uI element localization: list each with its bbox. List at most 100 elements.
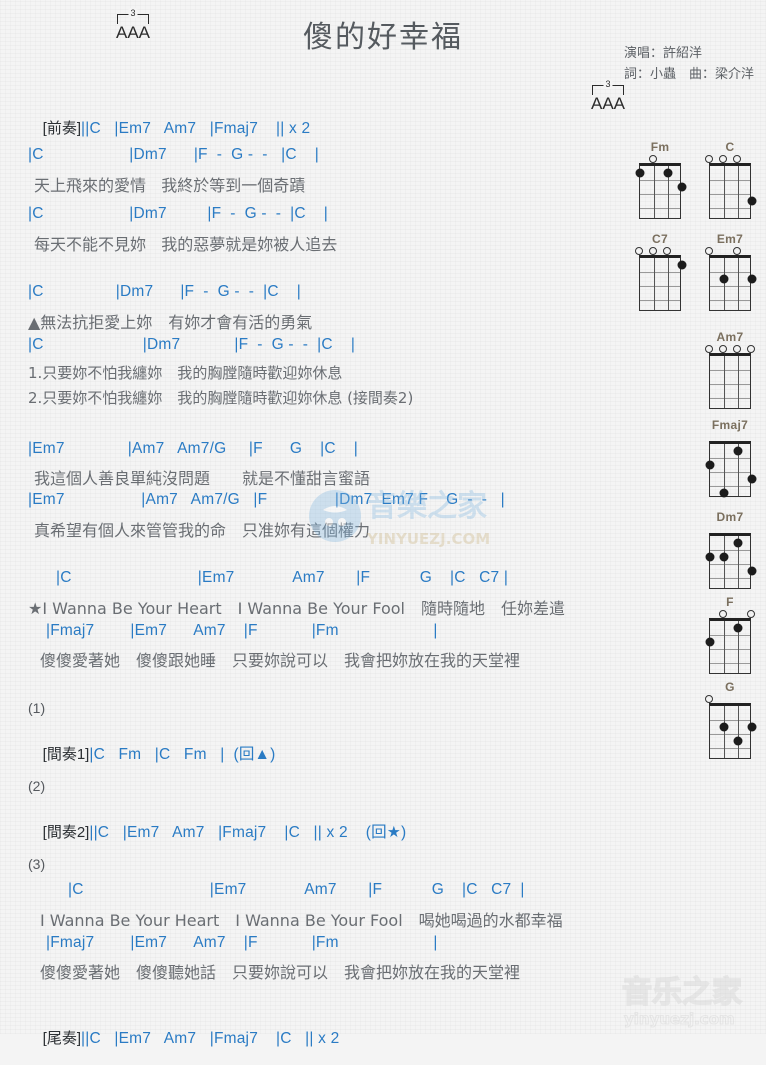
string-line	[738, 356, 740, 408]
string-line	[654, 258, 656, 310]
fret-line	[710, 564, 750, 566]
interlude2-chords: ||C |Em7 Am7 |Fmaj7 |C || x 2 (回★)	[89, 824, 407, 841]
string-line	[738, 258, 740, 310]
finger-dot	[635, 168, 645, 178]
finger-dot	[705, 460, 715, 470]
triplet-number: 3	[603, 79, 613, 89]
chord-diagram-g: G	[700, 680, 760, 759]
chord-diagram-f: F	[700, 595, 760, 674]
fret-line	[710, 272, 750, 274]
finger-dot	[733, 736, 743, 746]
open-string-icon	[747, 345, 755, 353]
finger-dot	[747, 274, 757, 284]
finger-dot	[677, 260, 687, 270]
fretboard	[635, 163, 687, 219]
lyric-line: 天上飛來的愛情 我終於等到一個奇蹟	[34, 176, 306, 195]
fret-line	[710, 720, 750, 722]
lyric-line: ★I Wanna Be Your Heart I Wanna Be Your F…	[28, 599, 565, 618]
string-line	[738, 166, 740, 218]
chord-line: |Fmaj7 |Em7 Am7 |F |Fm |	[46, 934, 438, 951]
fret-line	[710, 748, 750, 750]
section-number: (2)	[28, 778, 46, 794]
fretboard	[709, 353, 751, 409]
open-string-markers	[705, 694, 753, 703]
open-string-icon	[635, 247, 643, 255]
fret-line	[710, 384, 750, 386]
open-string-markers	[637, 154, 683, 163]
lyric-line: 每天不能不見妳 我的惡夢就是妳被人追去	[34, 235, 338, 254]
chord-diagram-c7: C7	[630, 232, 690, 311]
chord-diagram-em7: Em7	[700, 232, 760, 311]
chord-diagram-fm: Fm	[630, 140, 690, 219]
fret-line	[640, 180, 680, 182]
finger-dot	[719, 274, 729, 284]
fret-line	[710, 486, 750, 488]
open-string-icon	[705, 695, 713, 703]
chord-diagram-label: G	[725, 680, 735, 694]
fret-line	[710, 208, 750, 210]
open-string-icon	[663, 247, 671, 255]
open-string-icon	[733, 155, 741, 163]
watermark-bottom-cn: 音乐之家	[622, 975, 742, 1010]
finger-dot	[719, 488, 729, 498]
string-line	[738, 706, 740, 758]
fret-line	[640, 194, 680, 196]
lyric-line: 傻傻愛著她 傻傻聽她話 只要妳說可以 我會把妳放在我的天堂裡	[40, 963, 521, 982]
fretboard	[639, 255, 687, 311]
watermark-center-url: YINYUEZJ.COM	[366, 530, 490, 548]
lyric-line: ▲無法抗拒愛上妳 有妳才會有活的勇氣	[28, 313, 313, 332]
finger-dot	[733, 538, 743, 548]
fret-line	[710, 550, 750, 552]
strum-pattern-right: 3 AAA	[585, 79, 631, 119]
interlude2-line: [間奏2]||C |Em7 Am7 |Fmaj7 |C || x 2 (回★)	[26, 803, 406, 859]
fret-line	[710, 398, 750, 400]
fretboard	[709, 163, 757, 219]
chord-line: |Fmaj7 |Em7 Am7 |F |Fm |	[46, 622, 438, 639]
string-line	[724, 536, 726, 588]
chord-line: |Em7 |Am7 Am7/G |F |Dm7 Em7 F G - - |	[28, 491, 505, 508]
singer-line: 演唱：許紹洋	[623, 45, 702, 60]
interlude1-chords: |C Fm |C Fm | (回▲)	[89, 746, 276, 763]
finger-dot	[705, 637, 715, 647]
fret-line	[710, 635, 750, 637]
interlude1-line: [間奏1]|C Fm |C Fm | (回▲)	[26, 725, 276, 781]
intro-chords: ||C |Em7 Am7 |Fmaj7 || x 2	[81, 120, 311, 137]
fret-line	[710, 663, 750, 665]
chord-line: |C |Dm7 |F - G - - |C |	[28, 146, 320, 163]
lyric-line: 我這個人善良單純沒問題 就是不懂甜言蜜語	[34, 469, 371, 488]
finger-dot	[747, 474, 757, 484]
fret-line	[640, 286, 680, 288]
lyric-line: I Wanna Be Your Heart I Wanna Be Your Fo…	[40, 911, 563, 930]
string-line	[724, 706, 726, 758]
finger-dot	[733, 446, 743, 456]
open-string-icon	[719, 610, 727, 618]
watermark-bottom-url: yinyuezj.com	[624, 1010, 735, 1028]
fret-line	[710, 734, 750, 736]
open-string-markers	[707, 524, 753, 533]
fret-line	[640, 300, 680, 302]
finger-dot	[705, 552, 715, 562]
chord-diagram-c: C	[700, 140, 760, 219]
chord-diagram-dm7: Dm7	[700, 510, 760, 589]
fret-line	[640, 272, 680, 274]
outro-line: [尾奏]||C |Em7 Am7 |Fmaj7 |C || x 2	[26, 1010, 340, 1065]
string-line	[724, 356, 726, 408]
open-string-icon	[705, 345, 713, 353]
open-string-icon	[719, 345, 727, 353]
chord-diagram-label: Em7	[716, 232, 744, 246]
chord-diagram-am7: Am7	[700, 330, 760, 409]
fretboard	[705, 441, 757, 498]
string-line	[724, 621, 726, 673]
finger-dot	[747, 566, 757, 576]
fret-line	[710, 458, 750, 460]
open-string-icon	[733, 345, 741, 353]
string-line	[724, 258, 726, 310]
section-number: (3)	[28, 856, 46, 872]
chord-line: |C |Dm7 |F - G - - |C |	[28, 283, 301, 300]
open-string-icon	[705, 155, 713, 163]
watermark-bottom: 音乐之家 yinyuezj.com	[618, 966, 762, 1032]
outro-chords: ||C |Em7 Am7 |Fmaj7 |C || x 2	[81, 1030, 340, 1047]
open-string-markers	[707, 432, 753, 441]
finger-dot	[719, 552, 729, 562]
fretboard	[705, 618, 751, 674]
